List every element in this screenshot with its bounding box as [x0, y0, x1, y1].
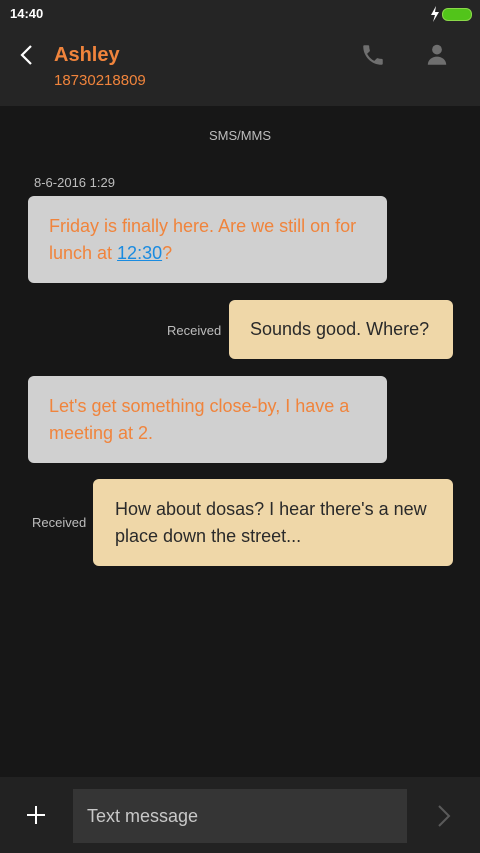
- battery-icon: [442, 8, 472, 21]
- status-bar: 14:40: [0, 0, 480, 28]
- conversation-header: Ashley 18730218809: [0, 28, 480, 106]
- charging-bolt-icon: [431, 6, 439, 22]
- messaging-screen: 14:40 Ashley 18730218809 SMS/MMS 8-6-201…: [0, 0, 480, 853]
- contact-name: Ashley: [54, 44, 120, 66]
- chevron-right-icon[interactable]: [434, 803, 454, 829]
- phone-call-icon[interactable]: [360, 42, 386, 68]
- message-text: Let's get something close-by, I have a m…: [49, 396, 350, 443]
- message-text: Sounds good. Where?: [250, 319, 430, 339]
- outgoing-message-bubble[interactable]: How about dosas? I hear there's a new pl…: [93, 479, 453, 566]
- text-message-input[interactable]: [73, 789, 407, 843]
- message-timestamp: 8-6-2016 1:29: [34, 175, 115, 190]
- contact-person-icon[interactable]: [424, 42, 450, 68]
- outgoing-message-bubble[interactable]: Sounds good. Where?: [229, 300, 453, 359]
- back-arrow-icon[interactable]: [16, 44, 38, 66]
- delivery-status: Received: [32, 515, 87, 530]
- channel-label: SMS/MMS: [208, 128, 272, 143]
- message-text: Friday is finally here. Are we still on …: [49, 216, 357, 263]
- message-composer: [0, 777, 480, 853]
- status-time: 14:40: [10, 6, 44, 21]
- plus-icon[interactable]: [24, 803, 48, 827]
- message-text: How about dosas? I hear there's a new pl…: [115, 499, 427, 546]
- incoming-message-bubble[interactable]: Let's get something close-by, I have a m…: [28, 376, 387, 463]
- time-link[interactable]: 12:30: [117, 243, 162, 263]
- delivery-status: Received: [167, 323, 222, 338]
- message-text-suffix: ?: [162, 243, 173, 263]
- contact-phone-number: 18730218809: [54, 72, 146, 89]
- incoming-message-bubble[interactable]: Friday is finally here. Are we still on …: [28, 196, 387, 283]
